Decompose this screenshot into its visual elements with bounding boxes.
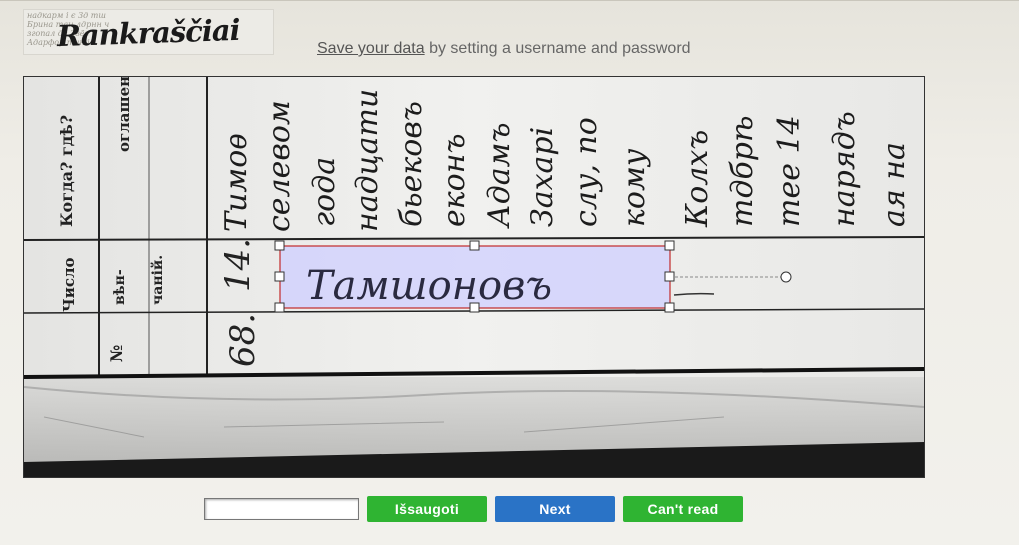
handle-bottom-middle[interactable] <box>469 302 480 313</box>
handwriting-col-4: надцати <box>350 89 385 232</box>
handle-bottom-right[interactable] <box>664 302 675 313</box>
save-data-text: by setting a username and password <box>424 40 691 57</box>
handwriting-col-7: Адамъ <box>482 123 517 230</box>
rotate-handle[interactable] <box>780 271 792 283</box>
handwriting-col-10: кому <box>617 148 652 227</box>
save-data-message: Save your data by setting a username and… <box>317 40 691 58</box>
handwriting-col-8: Захарі <box>525 127 560 227</box>
handwriting-col-12: тдбрѣ <box>725 116 760 227</box>
handwriting-col-6: еконъ <box>437 134 472 228</box>
handle-top-right[interactable] <box>664 240 675 251</box>
cant-read-button[interactable]: Can't read <box>623 496 743 522</box>
site-logo[interactable]: надкарм і є 3д тш Брина тан лдрнн ч згоп… <box>23 9 274 55</box>
handwriting-col-14: нарядъ <box>827 111 862 227</box>
handwriting-col-13: тее 14 <box>772 115 807 227</box>
handle-top-left[interactable] <box>274 240 285 251</box>
transcription-input[interactable] <box>204 498 359 520</box>
logo-text: Rankraščiai <box>56 12 241 54</box>
row-value-68: 68. <box>223 313 263 367</box>
handwriting-col-9: слу, по <box>569 117 604 227</box>
header-label-number: Число <box>60 257 78 312</box>
next-button[interactable]: Next <box>495 496 615 522</box>
handwriting-col-11: Колхъ <box>680 130 715 228</box>
save-data-link[interactable]: Save your data <box>317 40 425 57</box>
handwriting-col-1: Тимоѳ <box>219 133 254 232</box>
document-scan: Когда? гдѣ? оглашені Число вѣн- чаній. №… <box>24 77 924 477</box>
handle-top-middle[interactable] <box>469 240 480 251</box>
handwriting-col-5: бьековъ <box>394 101 429 227</box>
document-image[interactable]: Когда? гдѣ? оглашені Число вѣн- чаній. №… <box>23 76 925 478</box>
top-border <box>0 0 1019 1</box>
row-value-14: 14. <box>218 238 258 292</box>
handle-middle-left[interactable] <box>274 271 285 282</box>
save-button[interactable]: Išsaugoti <box>367 496 487 522</box>
handwriting-col-3: года <box>307 157 342 227</box>
handle-middle-right[interactable] <box>664 271 675 282</box>
header-label-no: № <box>107 345 126 362</box>
header-label-chaniy: чаній. <box>149 255 166 305</box>
handle-bottom-left[interactable] <box>274 302 285 313</box>
header-label-announce: оглашені <box>115 77 133 152</box>
handwriting-col-2: селевом <box>262 100 297 232</box>
selected-word: Тамшоновъ <box>306 263 552 309</box>
handwriting-col-15: ая на <box>877 142 912 227</box>
header-label-ven: вѣн- <box>112 269 128 305</box>
header-label-when: Когда? гдѣ? <box>57 115 76 227</box>
